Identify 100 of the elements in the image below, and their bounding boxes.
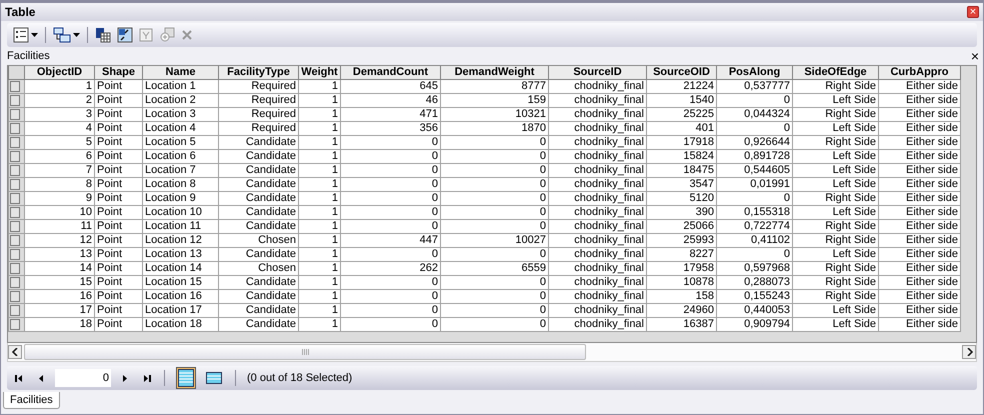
table-cell: Point: [94, 178, 142, 192]
show-all-records-button[interactable]: [176, 367, 196, 389]
table-cell: Location 14: [142, 262, 218, 276]
table-cell: Location 18: [142, 318, 218, 332]
selection-status: (0 out of 18 Selected): [247, 372, 352, 384]
table-cell: 0: [440, 178, 548, 192]
table-cell: 8227: [646, 248, 716, 262]
options-button[interactable]: [11, 25, 40, 45]
table-cell: chodniky_final: [548, 164, 646, 178]
column-header[interactable]: Name: [142, 66, 218, 80]
row-selector[interactable]: [10, 95, 20, 106]
show-selected-records-button[interactable]: [204, 370, 224, 386]
row-selector[interactable]: [10, 319, 20, 330]
table-cell: 1: [298, 164, 340, 178]
column-header[interactable]: SourceOID: [646, 66, 716, 80]
table-cell: 15: [24, 276, 94, 290]
zoom-icon: [159, 27, 175, 43]
record-field[interactable]: 0: [55, 369, 111, 387]
column-header[interactable]: DemandCount: [340, 66, 440, 80]
row-selector[interactable]: [10, 165, 20, 176]
column-header[interactable]: DemandWeight: [440, 66, 548, 80]
scrollbar-thumb[interactable]: [24, 344, 586, 360]
table-cell: chodniky_final: [548, 80, 646, 94]
table-cell: Location 7: [142, 164, 218, 178]
close-button[interactable]: ×: [970, 50, 979, 62]
row-selector[interactable]: [10, 291, 20, 302]
column-header[interactable]: Shape: [94, 66, 142, 80]
table-cell: 0,41102: [716, 234, 792, 248]
table-cell: 0,01991: [716, 178, 792, 192]
row-selector[interactable]: [10, 221, 20, 232]
row-selector[interactable]: [10, 81, 20, 92]
table-cell: 1: [298, 206, 340, 220]
table-cell: Either side: [878, 206, 960, 220]
row-selector[interactable]: [10, 263, 20, 274]
window-title: Table: [5, 5, 36, 19]
row-selector[interactable]: [10, 109, 20, 120]
table-cell: 11: [24, 220, 94, 234]
table-cell: 0,926644: [716, 136, 792, 150]
table-cell: 447: [340, 234, 440, 248]
table-cell: 24960: [646, 304, 716, 318]
table-cell: 1: [298, 234, 340, 248]
table-cell: 0,044324: [716, 108, 792, 122]
table-cell: Required: [218, 80, 298, 94]
table-cell: Left Side: [792, 94, 878, 108]
row-selector[interactable]: [10, 235, 20, 246]
table-cell: 8777: [440, 80, 548, 94]
switch-selection-button[interactable]: [115, 25, 135, 45]
table-cell: 16: [24, 290, 94, 304]
column-header[interactable]: PosAlong: [716, 66, 792, 80]
table-cell: 25225: [646, 108, 716, 122]
column-header[interactable]: SourceID: [548, 66, 646, 80]
table-cell: 1: [298, 276, 340, 290]
table-cell: Candidate: [218, 304, 298, 318]
table-cell: Point: [94, 136, 142, 150]
table-cell: Point: [94, 122, 142, 136]
related-button[interactable]: [51, 25, 82, 45]
table-cell: 6559: [440, 262, 548, 276]
row-selector[interactable]: [10, 179, 20, 190]
table-cell: 0: [340, 164, 440, 178]
table-cell: 0,440053: [716, 304, 792, 318]
table-cell: Point: [94, 108, 142, 122]
column-header[interactable]: FacilityType: [218, 66, 298, 80]
row-selector[interactable]: [10, 249, 20, 260]
column-header[interactable]: CurbAppro: [878, 66, 960, 80]
scroll-left-button[interactable]: [8, 345, 22, 359]
table-cell: 2: [24, 94, 94, 108]
table-cell: chodniky_final: [548, 178, 646, 192]
row-selector[interactable]: [10, 123, 20, 134]
row-selector[interactable]: [10, 277, 20, 288]
row-selector[interactable]: [10, 207, 20, 218]
table-cell: 0,722774: [716, 220, 792, 234]
table-cell: 18: [24, 318, 94, 332]
column-header[interactable]: SideOfEdge: [792, 66, 878, 80]
close-button[interactable]: ×: [967, 6, 979, 18]
table-cell: Either side: [878, 136, 960, 150]
table-cell: 0: [340, 304, 440, 318]
table-cell: Location 9: [142, 192, 218, 206]
column-header[interactable]: Weight: [298, 66, 340, 80]
table-cell: 10: [24, 206, 94, 220]
table-cell: chodniky_final: [548, 276, 646, 290]
switch-selection-icon: [117, 27, 133, 43]
table-cell: chodniky_final: [548, 150, 646, 164]
table-cell: Candidate: [218, 206, 298, 220]
table-cell: Location 4: [142, 122, 218, 136]
row-selector[interactable]: [10, 137, 20, 148]
table-cell: 0,891728: [716, 150, 792, 164]
row-selector[interactable]: [10, 193, 20, 204]
scroll-right-button[interactable]: [962, 345, 976, 359]
row-selector[interactable]: [10, 305, 20, 316]
table-cell: Point: [94, 262, 142, 276]
table-cell: Location 17: [142, 304, 218, 318]
column-header[interactable]: ObjectID: [24, 66, 94, 80]
table-cell: Location 10: [142, 206, 218, 220]
row-selector[interactable]: [10, 151, 20, 162]
table-cell: Candidate: [218, 178, 298, 192]
table-cell: chodniky_final: [548, 248, 646, 262]
table-cell: 390: [646, 206, 716, 220]
table-cell: Left Side: [792, 206, 878, 220]
select-by-attributes-button[interactable]: [93, 25, 113, 45]
tab[interactable]: Facilities: [3, 392, 60, 409]
